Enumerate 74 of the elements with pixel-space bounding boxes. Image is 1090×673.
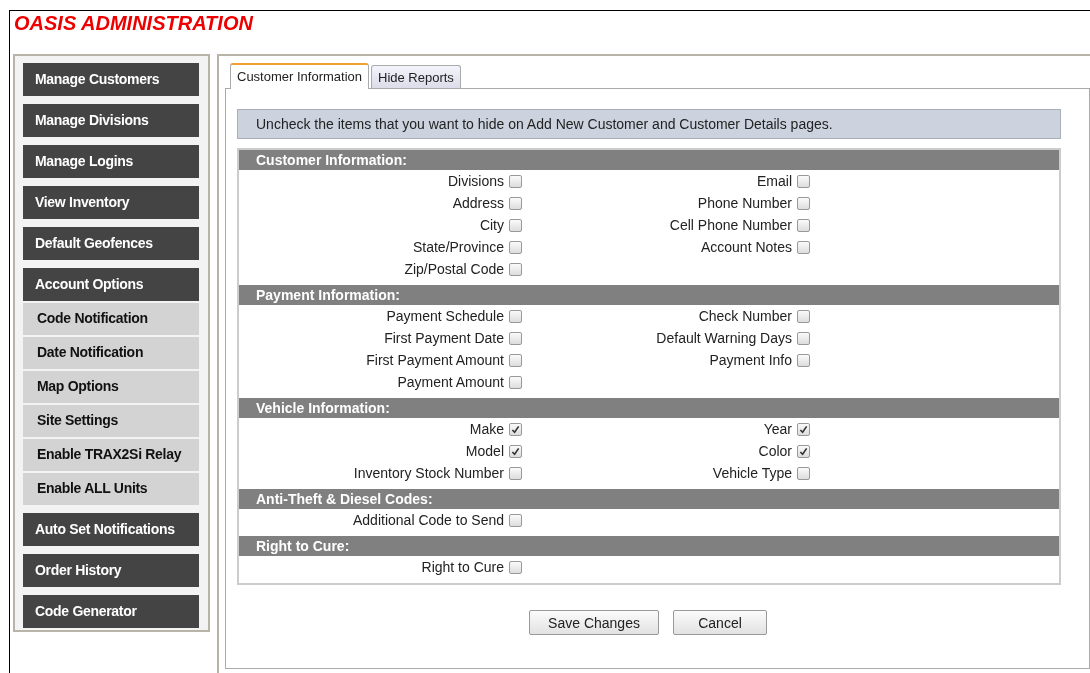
checkbox[interactable] [509,444,522,458]
checkbox[interactable] [509,218,522,232]
option-label: Color [757,443,793,459]
page-title: OASIS ADMINISTRATION [13,11,255,36]
option-label: First Payment Date [383,330,505,346]
sidebar-item[interactable]: Manage Divisions [23,104,199,137]
checkbox[interactable] [509,331,522,345]
checkbox[interactable] [509,174,522,188]
section-header: Customer Information: [239,150,1059,170]
section-header: Anti-Theft & Diesel Codes: [239,489,1059,509]
sidebar-subitem[interactable]: Code Notification [23,303,199,335]
option-label: Year [762,421,793,437]
checkbox[interactable] [509,196,522,210]
checkbox[interactable] [797,422,810,436]
checkbox[interactable] [797,240,810,254]
sidebar-item[interactable]: Account Options [23,268,199,301]
sidebar-subitem[interactable]: Date Notification [23,337,199,369]
sidebar-item[interactable]: Auto Set Notifications [23,513,199,546]
sidebar-item[interactable]: Order History [23,554,199,587]
option-label: Right to Cure [420,559,505,575]
instructions-text: Uncheck the items that you want to hide on Add New Customer and Customer Details pages. [237,109,1061,139]
checkbox[interactable] [509,353,522,367]
sidebar-item[interactable]: Code Generator [23,595,199,628]
cancel-button[interactable]: Cancel [673,610,767,635]
option-label: Address [451,195,505,211]
option-label: Cell Phone Number [668,217,793,233]
option-label: City [478,217,505,233]
sidebar-item[interactable]: Default Geofences [23,227,199,260]
option-label: Zip/Postal Code [403,261,505,277]
checkbox[interactable] [797,353,810,367]
option-label: Payment Amount [396,374,505,390]
option-label: Default Warning Days [655,330,793,346]
option-label: Vehicle Type [711,465,793,481]
option-label: Model [464,443,505,459]
checkbox[interactable] [509,240,522,254]
option-label: Email [756,173,793,189]
option-label: Payment Schedule [385,308,505,324]
sidebar-subitem[interactable]: Site Settings [23,405,199,437]
sidebar-item[interactable]: Manage Logins [23,145,199,178]
section-header: Vehicle Information: [239,398,1059,418]
option-label: Phone Number [696,195,793,211]
checkbox[interactable] [797,331,810,345]
sidebar-subitem[interactable]: Enable ALL Units [23,473,199,505]
checkbox[interactable] [797,196,810,210]
section-header: Payment Information: [239,285,1059,305]
checkbox[interactable] [509,422,522,436]
sidebar-item[interactable]: Manage Customers [23,63,199,96]
option-label: Payment Info [708,352,793,368]
option-label: Account Notes [699,239,793,255]
checkbox[interactable] [797,218,810,232]
section-header: Right to Cure: [239,536,1059,556]
checkbox[interactable] [509,466,522,480]
checkbox[interactable] [509,262,522,276]
option-label: State/Province [411,239,505,255]
option-label: First Payment Amount [365,352,505,368]
checkbox[interactable] [509,375,522,389]
checkbox[interactable] [797,174,810,188]
sidebar-subitem[interactable]: Enable TRAX2Si Relay [23,439,199,471]
tab[interactable]: Customer Information [230,63,369,89]
save-button[interactable]: Save Changes [529,610,659,635]
sidebar-item[interactable]: View Inventory [23,186,199,219]
checkbox[interactable] [797,466,810,480]
tab[interactable]: Hide Reports [371,65,461,88]
option-label: Make [468,421,505,437]
checkbox[interactable] [797,309,810,323]
option-label: Divisions [447,173,505,189]
option-label: Check Number [697,308,793,324]
checkbox[interactable] [509,560,522,574]
option-label: Inventory Stock Number [352,465,505,481]
option-label: Additional Code to Send [352,512,505,528]
checkbox[interactable] [509,309,522,323]
checkbox[interactable] [797,444,810,458]
sidebar-subitem[interactable]: Map Options [23,371,199,403]
checkbox[interactable] [509,513,522,527]
